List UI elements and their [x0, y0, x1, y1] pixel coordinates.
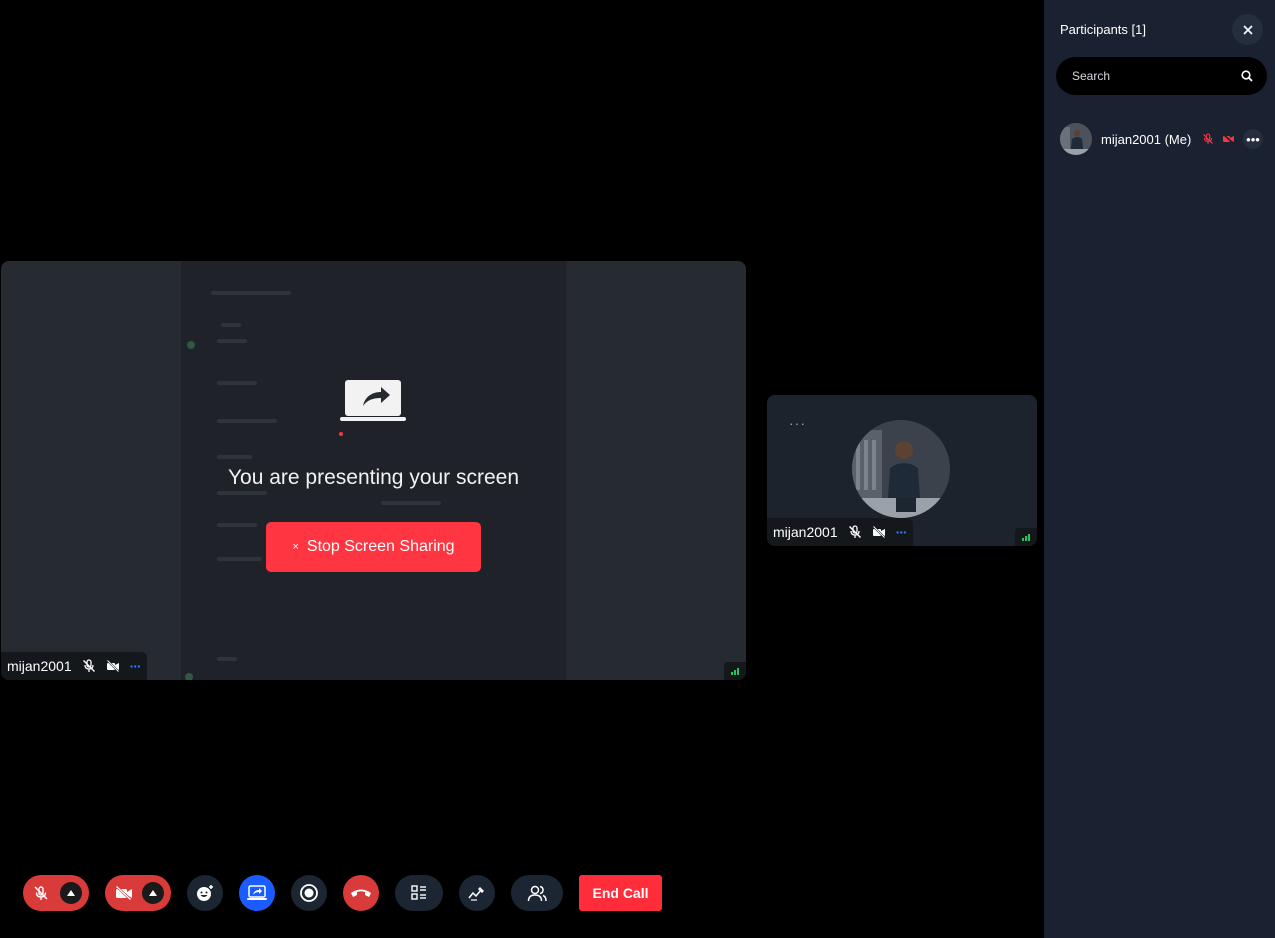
camera-off-icon: [115, 885, 132, 901]
layout-button[interactable]: [395, 875, 443, 911]
participant-search: [1056, 57, 1267, 95]
leave-call-button[interactable]: [343, 875, 379, 911]
camera-off-icon: [105, 659, 120, 673]
emoji-add-icon: [197, 885, 213, 901]
presenter-tile: You are presenting your screen × Stop Sc…: [1, 261, 746, 680]
close-icon: ×: [292, 541, 299, 553]
participant-row: mijan2001 (Me) •••: [1060, 123, 1263, 155]
camera-off-icon: [1222, 133, 1235, 145]
screen-share-button[interactable]: [239, 875, 275, 911]
meeting-stage: You are presenting your screen × Stop Sc…: [0, 0, 1044, 938]
stop-screen-sharing-button[interactable]: × Stop Screen Sharing: [266, 522, 481, 572]
participant-name: mijan2001 (Me): [1101, 131, 1192, 147]
chevron-up-icon: [67, 890, 75, 896]
presenter-name: mijan2001: [7, 658, 72, 674]
mic-options-button[interactable]: [60, 882, 82, 904]
participant-status-icons: •••: [1202, 129, 1263, 149]
self-tile: ··· mijan2001 ···: [767, 395, 1037, 546]
record-button[interactable]: [291, 875, 327, 911]
close-sidebar-button[interactable]: [1232, 14, 1263, 45]
mic-off-icon: [34, 886, 48, 900]
presenter-name-bar: mijan2001 ···: [1, 652, 147, 680]
sidebar-title: Participants [1]: [1060, 22, 1146, 37]
participants-button[interactable]: [511, 875, 563, 911]
end-call-button[interactable]: End Call: [579, 875, 662, 911]
self-name: mijan2001: [773, 524, 838, 540]
laptop-share-icon: [339, 380, 406, 421]
camera-off-icon: [871, 525, 886, 539]
network-signal-icon: [1015, 528, 1037, 546]
layout-icon: [411, 885, 426, 900]
recording-dot: [339, 432, 343, 436]
screen-share-icon: [247, 885, 267, 900]
search-input[interactable]: [1070, 68, 1241, 84]
presenting-message: You are presenting your screen: [227, 466, 520, 489]
camera-options-button[interactable]: [142, 882, 164, 904]
participants-icon: [527, 885, 547, 902]
whiteboard-icon: [468, 887, 484, 901]
chevron-up-icon: [149, 890, 157, 896]
whiteboard-button[interactable]: [459, 875, 495, 911]
avatar: [1060, 123, 1092, 155]
reactions-button[interactable]: [187, 875, 223, 911]
mic-off-icon: [848, 525, 861, 538]
mic-toggle-button[interactable]: [23, 875, 89, 911]
participant-more-button[interactable]: •••: [1243, 129, 1263, 149]
record-icon: [300, 884, 318, 902]
network-signal-icon: [724, 662, 746, 680]
close-icon: [1242, 24, 1253, 35]
avatar: [852, 420, 950, 518]
presenting-panel: You are presenting your screen × Stop Sc…: [1, 376, 746, 572]
mic-off-icon: [1203, 133, 1213, 144]
more-options-icon[interactable]: ···: [130, 658, 142, 674]
hang-up-icon: [351, 889, 371, 897]
mic-off-icon: [82, 659, 95, 672]
tile-more-icon[interactable]: ···: [789, 415, 806, 431]
self-name-bar: mijan2001 ···: [767, 518, 913, 546]
stop-screen-sharing-label: Stop Screen Sharing: [306, 538, 455, 555]
search-icon[interactable]: [1241, 70, 1253, 82]
more-options-icon[interactable]: ···: [896, 524, 908, 540]
participants-sidebar: Participants [1] mijan2001 (Me): [1044, 0, 1275, 938]
camera-toggle-button[interactable]: [105, 875, 171, 911]
